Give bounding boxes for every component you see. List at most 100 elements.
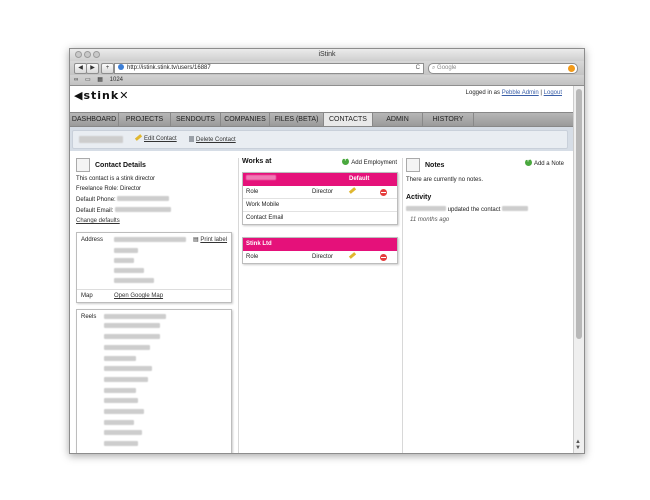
tab-dashboard[interactable]: DASHBOARD <box>70 113 119 126</box>
main-nav: DASHBOARD PROJECTS SENDOUTS COMPANIES FI… <box>70 112 574 127</box>
contact-name-redacted <box>79 136 123 143</box>
delete-contact-link[interactable]: Delete Contact <box>189 136 236 143</box>
phone-redacted <box>117 196 170 201</box>
edit-contact-link[interactable]: Edit Contact <box>134 134 177 142</box>
edit-role-icon[interactable] <box>348 187 357 194</box>
reel-item[interactable] <box>104 366 152 371</box>
works-at-heading: Works at Add Employment <box>242 156 399 170</box>
tab-files[interactable]: FILES (BETA) <box>270 113 324 126</box>
user-link[interactable]: Pebble Admin <box>502 90 539 96</box>
stink-logo[interactable]: ◀stink✕ <box>74 89 129 102</box>
column-divider <box>402 158 403 453</box>
works-at-column: Works at Add Employment Default Role Dir… <box>242 156 399 264</box>
search-input[interactable]: ⌕ Google <box>428 63 578 74</box>
reel-item[interactable] <box>104 377 148 382</box>
login-status: Logged in as Pebble Admin | Logout <box>465 90 562 96</box>
grid-icon[interactable]: ▦ <box>97 77 103 83</box>
add-employment-link[interactable]: Add Employment <box>342 156 397 166</box>
add-note-link[interactable]: Add a Note <box>524 157 564 167</box>
email-redacted <box>115 207 172 212</box>
printer-icon: ▤ <box>193 237 199 243</box>
no-notes-text: There are currently no notes. <box>406 177 484 183</box>
reel-item[interactable] <box>104 323 160 328</box>
bookmark-count[interactable]: 1024 <box>110 77 123 83</box>
notepad-icon <box>406 158 420 172</box>
add-icon <box>524 157 532 166</box>
reel-item[interactable] <box>104 314 166 319</box>
address-line <box>114 237 186 242</box>
snapback-icon[interactable] <box>568 65 575 72</box>
logout-link[interactable]: Logout <box>544 90 562 96</box>
tab-admin[interactable]: ADMIN <box>373 113 423 126</box>
contact-details-heading: Contact Details <box>76 158 234 172</box>
tab-contacts[interactable]: CONTACTS <box>324 113 373 126</box>
reel-item[interactable] <box>104 430 142 435</box>
employment-row: Contact Email <box>246 215 284 221</box>
browser-toolbar: ◀ ▶ + http://istink.stink.tv/users/16887… <box>70 61 584 75</box>
vertical-scrollbar[interactable]: ▲ ▼ <box>573 86 584 453</box>
company-name-redacted <box>246 175 276 180</box>
scrollbar-thumb[interactable] <box>576 89 582 339</box>
add-icon <box>342 156 350 165</box>
site-header: ◀stink✕ Logged in as Pebble Admin | Logo… <box>70 86 574 112</box>
bookmarks-bar: ∞ ▭ ▦ 1024 <box>70 75 584 86</box>
window-title: iStink <box>318 51 336 58</box>
envelope-icon <box>76 158 90 172</box>
book-icon[interactable]: ▭ <box>85 77 91 83</box>
address-line <box>114 268 144 273</box>
activity-item: updated the contact <box>406 206 566 213</box>
address-box: Address ▤ Print label Map Open Google Ma… <box>76 232 232 303</box>
map-row: Map Open Google Map <box>81 293 164 299</box>
address-bar[interactable]: http://istink.stink.tv/users/16887 C <box>114 63 424 74</box>
default-email: Default Email: <box>76 207 234 214</box>
globe-icon <box>118 64 124 70</box>
activity-contact-redacted <box>502 206 529 211</box>
magnifier-icon: ⌕ <box>432 65 436 71</box>
trash-icon <box>189 136 194 142</box>
add-bookmark-button[interactable]: + <box>101 63 114 74</box>
edit-role-icon[interactable] <box>348 252 357 259</box>
reel-item[interactable] <box>104 420 134 425</box>
print-label-link[interactable]: ▤ Print label <box>193 236 227 243</box>
tab-history[interactable]: HISTORY <box>423 113 474 126</box>
delete-role-icon[interactable] <box>380 189 387 196</box>
tab-companies[interactable]: COMPANIES <box>221 113 270 126</box>
minimize-window-button[interactable] <box>84 51 91 58</box>
director-note: This contact is a stink director <box>76 176 156 182</box>
close-window-button[interactable] <box>75 51 82 58</box>
notes-heading: Notes Add a Note <box>406 157 566 172</box>
reel-item[interactable] <box>104 441 138 446</box>
delete-role-icon[interactable] <box>380 254 387 261</box>
notes-column: Notes Add a Note There are currently no … <box>406 157 566 223</box>
scroll-arrows-icon[interactable]: ▲ ▼ <box>575 439 581 451</box>
reel-item[interactable] <box>104 356 136 361</box>
company-name[interactable]: Stink Ltd <box>246 241 272 247</box>
reel-item[interactable] <box>104 388 136 393</box>
activity-heading: Activity <box>406 194 432 201</box>
reel-item[interactable] <box>104 409 144 414</box>
bones-icon: ✕ <box>119 89 130 102</box>
page-content: ◀stink✕ Logged in as Pebble Admin | Logo… <box>70 86 574 453</box>
employment-card-header: Stink Ltd <box>243 238 397 251</box>
reel-item[interactable] <box>104 398 138 403</box>
tab-projects[interactable]: PROJECTS <box>119 113 171 126</box>
change-defaults-link[interactable]: Change defaults <box>76 218 234 224</box>
employment-row: Role Director <box>243 251 397 263</box>
tab-sendouts[interactable]: SENDOUTS <box>171 113 221 126</box>
default-phone: Default Phone: <box>76 196 234 203</box>
reel-item[interactable] <box>104 334 160 339</box>
open-google-map-link[interactable]: Open Google Map <box>114 293 163 299</box>
reel-item[interactable] <box>104 345 150 350</box>
forward-button[interactable]: ▶ <box>86 63 99 74</box>
zoom-window-button[interactable] <box>93 51 100 58</box>
browser-window: iStink ◀ ▶ + http://istink.stink.tv/user… <box>69 48 585 454</box>
reload-icon[interactable]: C <box>416 64 420 73</box>
freelance-role: Freelance Role: Director <box>76 186 142 192</box>
reader-icon[interactable]: ∞ <box>74 77 78 83</box>
contact-details-column: Contact Details This contact is a stink … <box>76 158 234 453</box>
address-line <box>114 248 138 253</box>
employment-card-header: Default <box>243 173 397 186</box>
default-badge: Default <box>349 176 370 182</box>
contact-subheader: Edit Contact Delete Contact <box>70 127 574 151</box>
column-divider <box>238 158 239 453</box>
